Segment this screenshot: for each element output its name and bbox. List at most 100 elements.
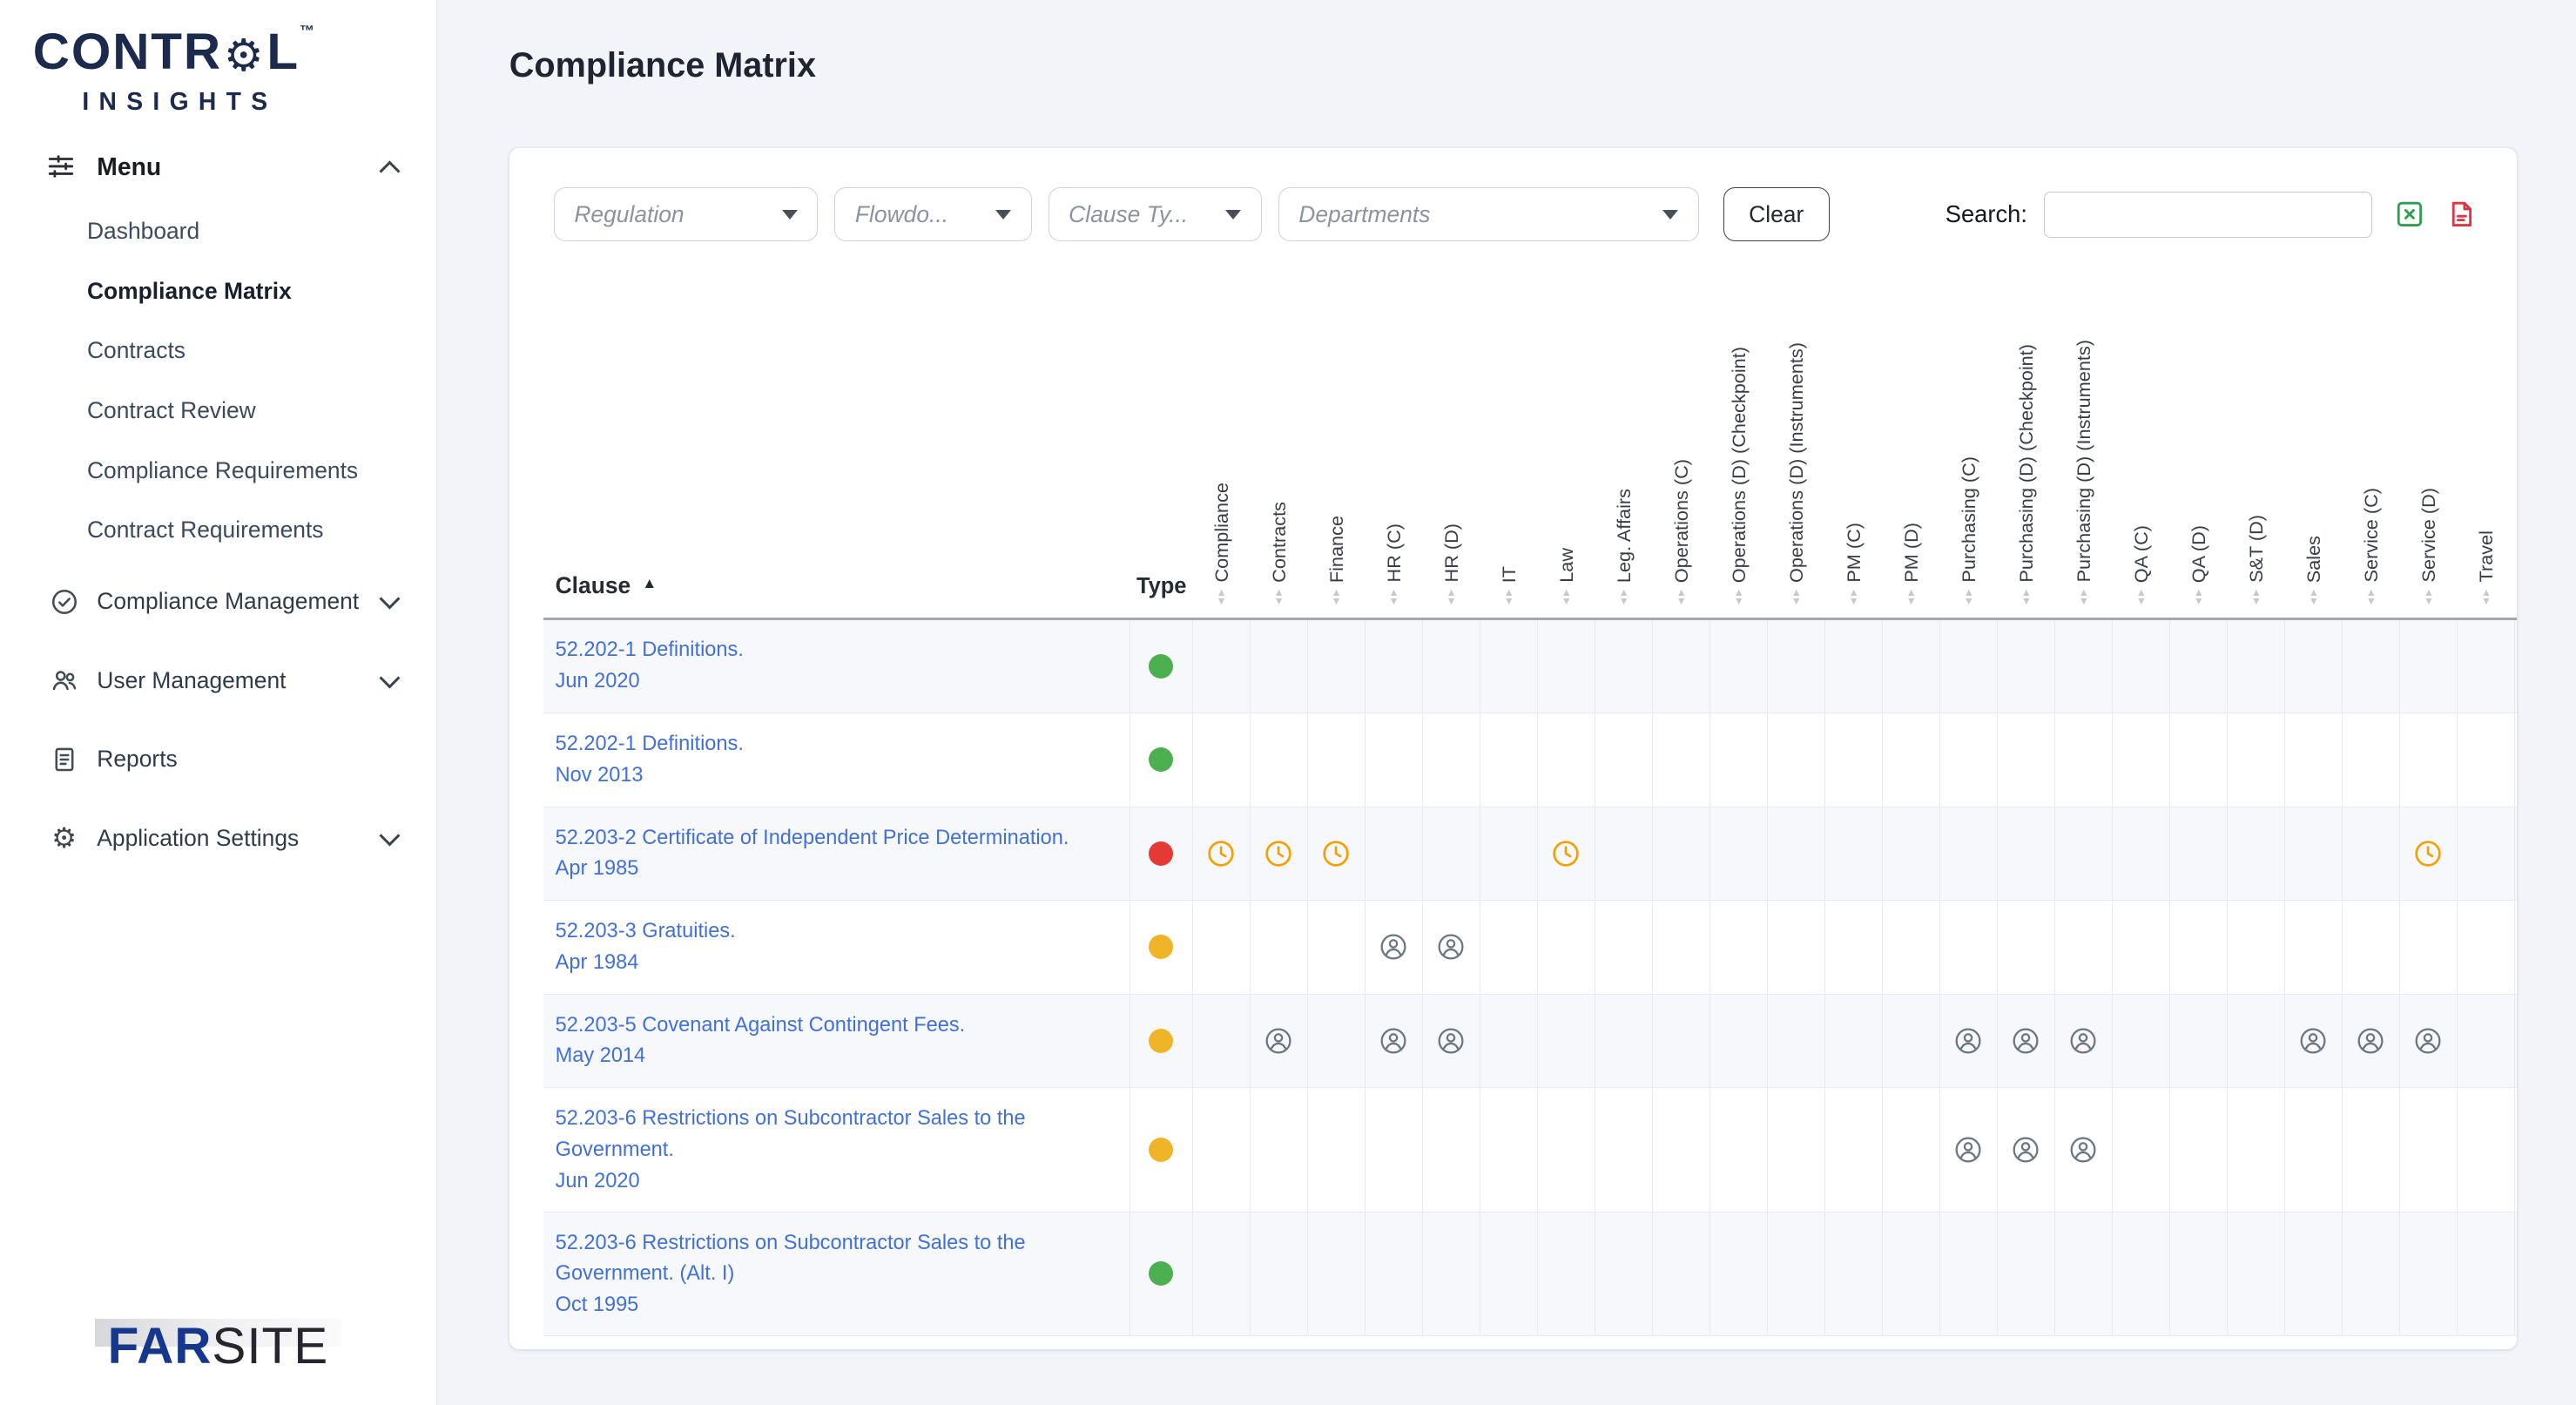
clock-icon[interactable] (1207, 840, 1235, 868)
column-header-leg-affairs[interactable]: Leg. Affairs ▲ ▼ (1595, 340, 1653, 617)
column-header-sales[interactable]: Sales ▲ ▼ (2285, 340, 2343, 617)
sidebar-item-reports[interactable]: Reports (0, 721, 436, 797)
matrix-row: 52.202-1 Definitions. Jun 2020 (543, 619, 2518, 714)
person-icon[interactable] (1954, 1027, 1982, 1055)
person-icon[interactable] (1954, 1136, 1982, 1164)
matrix-cell-finance (1308, 807, 1366, 901)
clause-link[interactable]: 52.203-6 Restrictions on Subcontractor S… (556, 1103, 1123, 1165)
person-icon[interactable] (2414, 1027, 2442, 1055)
matrix-cell-operations-c (1653, 901, 1710, 994)
column-header-purchasing-d-instruments[interactable]: Purchasing (D) (Instruments) ▲ ▼ (2055, 340, 2113, 617)
clause-link[interactable]: 52.202-1 Definitions. (556, 728, 1123, 760)
clock-icon[interactable] (1322, 840, 1350, 868)
sidebar-item-compliance-management[interactable]: Compliance Management (0, 564, 436, 639)
sidebar-item-compliance-requirements[interactable]: Compliance Requirements (0, 441, 436, 501)
matrix-cell-purchasing-c (1940, 1088, 1998, 1212)
pdf-export-icon[interactable] (2446, 199, 2478, 230)
sidebar-item-contract-review[interactable]: Contract Review (0, 381, 436, 441)
column-header-pm-c[interactable]: PM (C) ▲ ▼ (1825, 340, 1883, 617)
person-icon[interactable] (2012, 1136, 2040, 1164)
clause-date-link[interactable]: Nov 2013 (556, 760, 1123, 791)
column-header-operations-c[interactable]: Operations (C) ▲ ▼ (1653, 340, 1710, 617)
matrix-cell-finance (1308, 994, 1366, 1088)
chevron-down-icon (379, 588, 401, 610)
column-header-travel[interactable]: Travel ▲ ▼ (2458, 340, 2515, 617)
column-header-qa-d[interactable]: QA (D) ▲ ▼ (2170, 340, 2228, 617)
matrix-cell-operations-d-instruments (1768, 619, 1825, 713)
column-header-it[interactable]: IT ▲ ▼ (1480, 340, 1538, 617)
matrix-cell-service-c (2343, 713, 2400, 807)
matrix-cell-contracts (1251, 1088, 1308, 1212)
column-header-finance[interactable]: Finance ▲ ▼ (1308, 340, 1366, 617)
excel-export-icon[interactable] (2394, 199, 2425, 230)
regulation-filter-placeholder: Regulation (574, 200, 684, 227)
clear-button[interactable]: Clear (1723, 187, 1830, 242)
matrix-cell-purchasing-c (1940, 619, 1998, 713)
column-header-operations-d-checkpoint[interactable]: Operations (D) (Checkpoint) ▲ ▼ (1710, 340, 1768, 617)
type-cell (1130, 1212, 1193, 1336)
person-icon[interactable] (2069, 1027, 2097, 1055)
type-column-header[interactable]: Type (1130, 574, 1193, 618)
matrix-cell-qa-d (2170, 1212, 2228, 1336)
column-header-contracts[interactable]: Contracts ▲ ▼ (1251, 340, 1308, 617)
column-header-operations-d-instruments[interactable]: Operations (D) (Instruments) ▲ ▼ (1768, 340, 1825, 617)
person-icon[interactable] (1437, 933, 1465, 961)
column-header-purchasing-c[interactable]: Purchasing (C) ▲ ▼ (1940, 340, 1998, 617)
menu-toggle[interactable]: Menu (0, 152, 436, 182)
matrix-cell-service-c (2343, 1088, 2400, 1212)
sidebar-item-user-management[interactable]: User Management (0, 643, 436, 719)
column-header-compliance[interactable]: Compliance ▲ ▼ (1193, 340, 1251, 617)
clause-date-link[interactable]: Apr 1984 (556, 947, 1123, 978)
person-icon[interactable] (1264, 1027, 1292, 1055)
column-header-service-d[interactable]: Service (D) ▲ ▼ (2400, 340, 2458, 617)
sidebar-item-compliance-matrix[interactable]: Compliance Matrix (0, 261, 436, 321)
clause-cell: 52.203-2 Certificate of Independent Pric… (543, 807, 1130, 901)
column-header-hr-d[interactable]: HR (D) ▲ ▼ (1423, 340, 1480, 617)
person-icon[interactable] (1379, 933, 1407, 961)
person-icon[interactable] (2299, 1027, 2327, 1055)
sort-arrows-icon: ▲ ▼ (2078, 586, 2089, 607)
column-header-s-t-d[interactable]: S&T (D) ▲ ▼ (2228, 340, 2285, 617)
regulation-filter[interactable]: Regulation (553, 187, 819, 242)
clause-link[interactable]: 52.203-6 Restrictions on Subcontractor S… (556, 1227, 1123, 1290)
clock-icon[interactable] (1552, 840, 1580, 868)
clause-link[interactable]: 52.202-1 Definitions. (556, 634, 1123, 665)
person-icon[interactable] (2069, 1136, 2097, 1164)
person-icon[interactable] (2012, 1027, 2040, 1055)
matrix-cell-leg-affairs (1595, 901, 1653, 994)
column-header-pm-d[interactable]: PM (D) ▲ ▼ (1883, 340, 1940, 617)
clock-icon[interactable] (2414, 840, 2442, 868)
clock-icon[interactable] (1264, 840, 1292, 868)
clause-date-link[interactable]: Jun 2020 (556, 665, 1123, 697)
clause-link[interactable]: 52.203-5 Covenant Against Contingent Fee… (556, 1010, 1123, 1041)
search-input[interactable] (2043, 191, 2373, 238)
person-icon[interactable] (1437, 1027, 1465, 1055)
clause-date-link[interactable]: Apr 1985 (556, 853, 1123, 884)
person-icon[interactable] (1379, 1027, 1407, 1055)
clause-date-link[interactable]: May 2014 (556, 1040, 1123, 1071)
departments-filter[interactable]: Departments (1278, 187, 1699, 242)
sidebar-item-contracts[interactable]: Contracts (0, 321, 436, 381)
person-icon[interactable] (2357, 1027, 2384, 1055)
column-header-qa-c[interactable]: QA (C) ▲ ▼ (2113, 340, 2170, 617)
sidebar-item-dashboard[interactable]: Dashboard (0, 201, 436, 261)
clause-date-link[interactable]: Jun 2020 (556, 1165, 1123, 1197)
matrix-cell-operations-c (1653, 1212, 1710, 1336)
clause-date-link[interactable]: Oct 1995 (556, 1289, 1123, 1321)
flowdown-filter[interactable]: Flowdo... (834, 187, 1032, 242)
clause-link[interactable]: 52.203-2 Certificate of Independent Pric… (556, 822, 1123, 854)
clause-column-header[interactable]: Clause ▲ (543, 572, 1130, 618)
section-label: User Management (97, 666, 287, 693)
logo-part1: CONTR (32, 24, 223, 81)
column-header-hr-c[interactable]: HR (C) ▲ ▼ (1366, 340, 1423, 617)
type-cell (1130, 619, 1193, 713)
matrix-cell-operations-c (1653, 994, 1710, 1088)
column-header-law[interactable]: Law ▲ ▼ (1538, 340, 1595, 617)
clause-link[interactable]: 52.203-3 Gratuities. (556, 915, 1123, 947)
sidebar-item-application-settings[interactable]: ⚙ Application Settings (0, 800, 436, 876)
departments-filter-placeholder: Departments (1298, 200, 1431, 227)
column-header-service-c[interactable]: Service (C) ▲ ▼ (2343, 340, 2400, 617)
column-header-purchasing-d-checkpoint[interactable]: Purchasing (D) (Checkpoint) ▲ ▼ (1998, 340, 2055, 617)
sidebar-item-contract-requirements[interactable]: Contract Requirements (0, 501, 436, 561)
clause-type-filter[interactable]: Clause Ty... (1048, 187, 1262, 242)
